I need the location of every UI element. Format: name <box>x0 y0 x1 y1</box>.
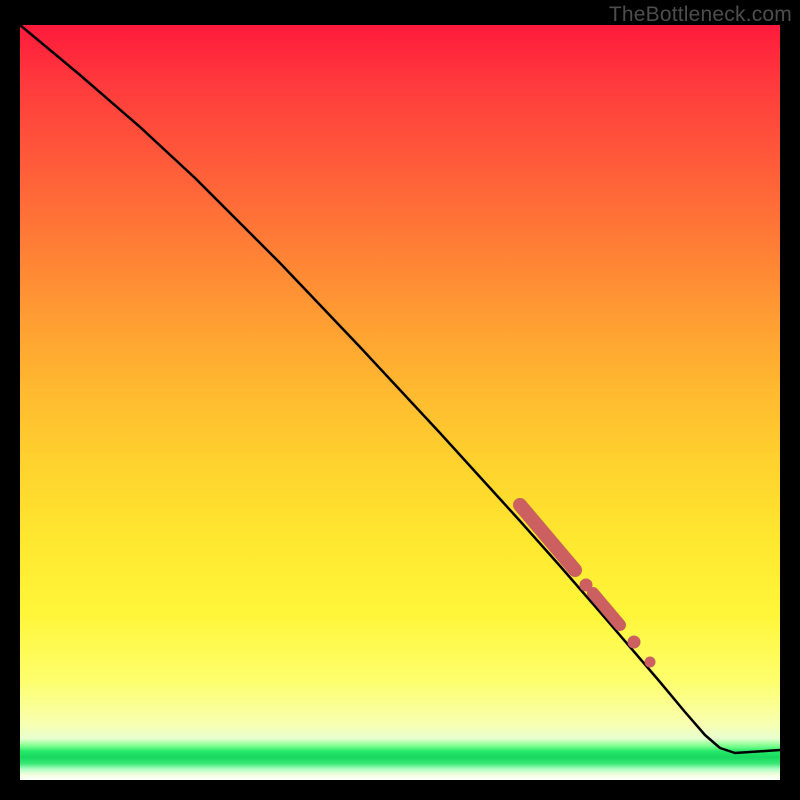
plot-overlay <box>20 25 780 780</box>
highlight-markers <box>520 505 655 667</box>
dot-2 <box>628 636 640 648</box>
chart-frame: TheBottleneck.com <box>0 0 800 800</box>
plot-area <box>20 25 780 780</box>
watermark-text: TheBottleneck.com <box>609 3 792 27</box>
thick-segment-1 <box>520 505 575 570</box>
main-curve <box>20 25 780 753</box>
dot-3 <box>645 657 655 667</box>
